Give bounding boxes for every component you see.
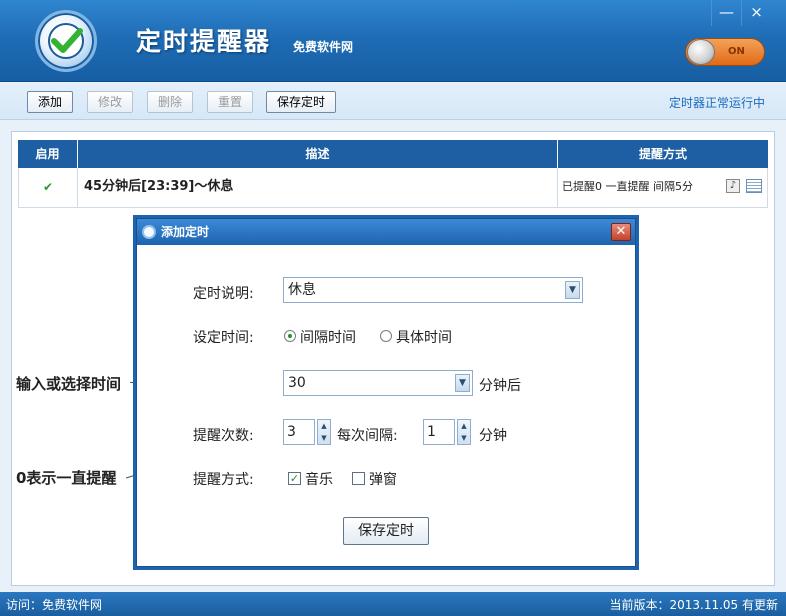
running-status: 定时器正常运行中 [669, 96, 766, 110]
chevron-down-icon[interactable]: ▼ [565, 281, 580, 299]
popup-label[interactable]: 弹窗 [369, 469, 397, 489]
save-timer-button[interactable]: 保存定时 [266, 91, 336, 113]
dialog-title: 添加定时 [161, 225, 210, 239]
dialog-close-button[interactable]: ✕ [611, 223, 631, 241]
reset-button[interactable]: 重置 [207, 91, 253, 113]
count-label: 提醒次数: [193, 428, 254, 444]
music-checkbox[interactable]: ✓ [288, 472, 301, 485]
column-enabled[interactable]: 启用 [18, 140, 78, 168]
status-bar: 访问：免费软件网 当前版本：2013.11.05 有更新 [0, 592, 786, 616]
interval-unit: 分钟后 [479, 378, 521, 394]
spin-down-icon[interactable]: ▼ [318, 432, 330, 444]
each-interval-label: 每次间隔: [337, 428, 398, 444]
desc-select[interactable]: 休息 ▼ [283, 277, 583, 303]
method-label: 提醒方式: [193, 472, 254, 488]
radio-interval[interactable] [284, 330, 296, 342]
time-label: 设定时间: [193, 330, 254, 346]
dialog-title-bar: 添加定时 ✕ [137, 219, 635, 245]
row-method-cell[interactable]: 已提醒0 一直提醒 间隔5分 ♪ [558, 168, 768, 208]
app-header: 定时提醒器 免费软件网 — × ON [0, 0, 786, 82]
visit-link[interactable]: 访问：免费软件网 [6, 596, 102, 613]
version-info[interactable]: 当前版本：2013.11.05 有更新 [609, 596, 778, 613]
delete-button[interactable]: 删除 [147, 91, 193, 113]
radio-specific[interactable] [380, 330, 392, 342]
clock-check-logo-icon [35, 10, 97, 72]
alarm-clock-icon [142, 225, 156, 239]
row-description[interactable]: 45分钟后[23:39]～休息 [78, 168, 558, 208]
close-window-button[interactable]: × [741, 0, 771, 26]
popup-list-icon[interactable] [746, 179, 762, 193]
each-interval-stepper[interactable]: ▲ ▼ [457, 419, 471, 445]
toggle-knob [687, 39, 715, 65]
each-interval-unit: 分钟 [479, 428, 507, 444]
radio-specific-label[interactable]: 具体时间 [396, 327, 452, 347]
row-method-text: 已提醒0 一直提醒 间隔5分 [562, 180, 693, 193]
music-note-icon[interactable]: ♪ [726, 179, 740, 193]
spin-up-icon[interactable]: ▲ [318, 420, 330, 432]
app-title: 定时提醒器 [136, 27, 272, 56]
chevron-down-icon[interactable]: ▼ [455, 374, 470, 392]
popup-checkbox[interactable] [352, 472, 365, 485]
toggle-label: ON [728, 46, 745, 57]
app-subtitle: 免费软件网 [293, 40, 354, 54]
interval-value: 30 [288, 375, 306, 391]
add-timer-dialog: 添加定时 ✕ 定时说明: 休息 ▼ 设定时间: 间隔时间 具体时间 30 ▼ 分… [136, 218, 636, 567]
edit-button[interactable]: 修改 [87, 91, 133, 113]
desc-label: 定时说明: [193, 286, 254, 302]
timer-on-toggle[interactable]: ON [685, 38, 765, 66]
row-enabled-check-icon[interactable]: ✔ [18, 168, 78, 208]
column-description[interactable]: 描述 [78, 140, 558, 168]
column-method[interactable]: 提醒方式 [558, 140, 768, 168]
toolbar: 添加 修改 删除 重置 保存定时 定时器正常运行中 [0, 82, 786, 120]
desc-value: 休息 [288, 282, 316, 298]
spin-up-icon[interactable]: ▲ [458, 420, 470, 432]
minimize-button[interactable]: — [711, 0, 741, 26]
radio-interval-label[interactable]: 间隔时间 [300, 327, 356, 347]
spin-down-icon[interactable]: ▼ [458, 432, 470, 444]
each-interval-input[interactable]: 1 [423, 419, 455, 445]
count-stepper[interactable]: ▲ ▼ [317, 419, 331, 445]
interval-select[interactable]: 30 ▼ [283, 370, 473, 396]
add-button[interactable]: 添加 [27, 91, 73, 113]
annotation-input-time: 输入或选择时间 [16, 375, 122, 393]
count-input[interactable]: 3 [283, 419, 315, 445]
music-label[interactable]: 音乐 [305, 469, 333, 489]
annotation-zero-always: 0表示一直提醒 [16, 469, 117, 487]
dialog-save-button[interactable]: 保存定时 [343, 517, 429, 545]
